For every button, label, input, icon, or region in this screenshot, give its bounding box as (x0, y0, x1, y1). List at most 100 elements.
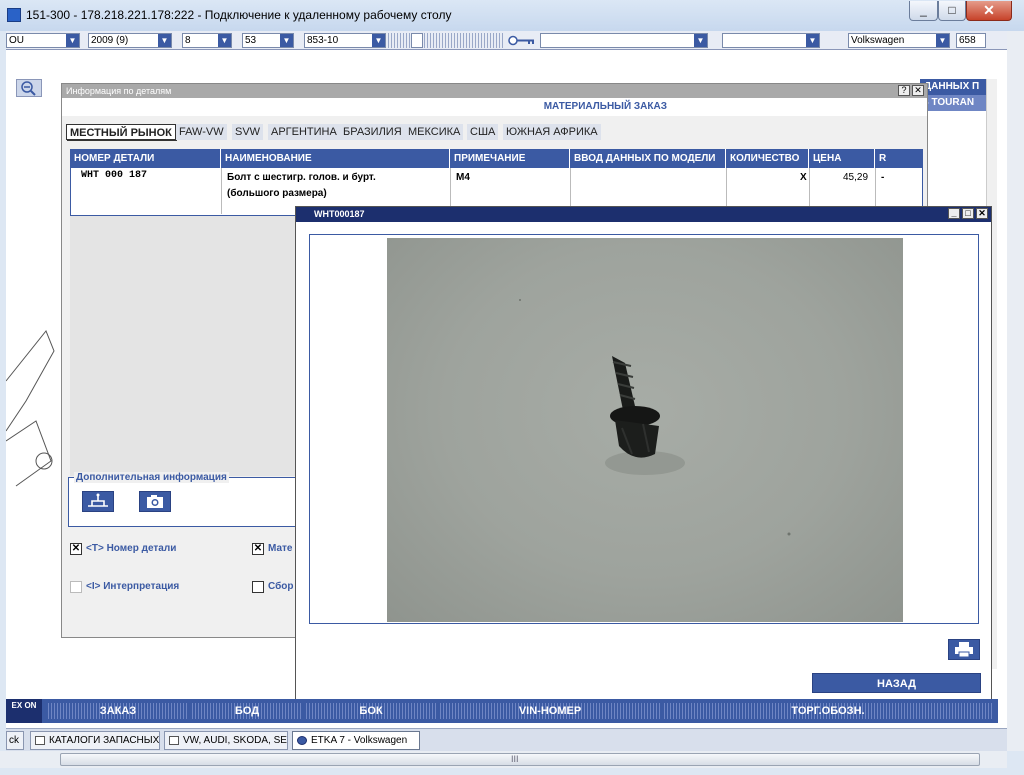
quantity-cell[interactable]: X (800, 172, 807, 183)
price-cell: 45,29 (843, 172, 869, 183)
task-catalogs[interactable]: КАТАЛОГИ ЗАПАСНЫХ ... (30, 731, 160, 750)
close-button[interactable]: ✕ (966, 1, 1012, 21)
nav-trade-code[interactable]: ТОРГ.ОБОЗН. (664, 703, 992, 719)
tab-south-africa[interactable]: ЮЖНАЯ АФРИКА (503, 124, 601, 140)
extra-combo[interactable]: ▼ (722, 33, 820, 48)
chevron-down-icon[interactable]: ▼ (372, 34, 385, 47)
col-model-data[interactable]: ВВОД ДАННЫХ ПО МОДЕЛИ (569, 149, 725, 168)
checkbox-assembly-label: Сбор (268, 581, 294, 592)
minimize-icon: _ (920, 3, 927, 17)
bolt-info-button[interactable] (82, 491, 114, 512)
chevron-down-icon[interactable]: ▼ (806, 34, 819, 47)
bg-model-header: S TOURAN (920, 95, 986, 111)
main-group-combo[interactable]: 8 ▼ (182, 33, 232, 48)
key-icon[interactable] (508, 35, 536, 46)
task-catalogs-label: КАТАЛОГИ ЗАПАСНЫХ ... (49, 735, 160, 746)
checkbox-interpretation-label: <I> Интерпретация (86, 581, 180, 592)
etka-logo: EX ON (6, 699, 42, 723)
task-etka-label: ETKA 7 - Volkswagen (311, 735, 408, 746)
camera-icon (147, 495, 163, 508)
tab-mexico[interactable]: МЕКСИКА (405, 124, 464, 140)
tab-svw[interactable]: SVW (232, 124, 264, 140)
part-number-cell[interactable]: WHT 000 187 (81, 170, 147, 181)
hatch-separator (388, 33, 410, 48)
nav-bod[interactable]: БОД (192, 703, 302, 719)
rdp-vertical-scrollbar[interactable] (1007, 31, 1024, 751)
image-viewer-title-bar: WHT000187 _ □ ✕ (296, 207, 991, 222)
col-part-number[interactable]: НОМЕР ДЕТАЛИ (70, 149, 220, 168)
col-name[interactable]: НАИМЕНОВАНИЕ (220, 149, 449, 168)
checkbox-interpretation[interactable] (70, 581, 82, 593)
bottom-nav-bar: ЗАКАЗ БОД БОК VIN-НОМЕР ТОРГ.ОБОЗН. (6, 699, 998, 723)
flag-box[interactable] (411, 33, 423, 48)
year-combo-value: 2009 (9) (91, 35, 129, 46)
part-name-line2: (большого размера) (227, 188, 327, 199)
globe-icon (297, 736, 307, 745)
viewer-maximize-button[interactable]: □ (962, 208, 974, 219)
col-r[interactable]: R (874, 149, 923, 168)
bolt-icon (88, 493, 108, 507)
car-drawing (6, 311, 56, 491)
nav-bok[interactable]: БОК (306, 703, 436, 719)
nav-vin[interactable]: VIN-НОМЕР (440, 703, 660, 719)
chevron-down-icon[interactable]: ▼ (218, 34, 231, 47)
dialog-title-bar: Информация по деталям ? ✕ (62, 84, 927, 98)
task-etka[interactable]: ETKA 7 - Volkswagen (292, 731, 420, 750)
photo-button[interactable] (139, 491, 171, 512)
chevron-down-icon[interactable]: ▼ (280, 34, 293, 47)
help-button[interactable]: ? (898, 85, 910, 96)
note-cell: M4 (456, 172, 470, 183)
task-vw-audi[interactable]: VW, AUDI, SKODA, SEAT (164, 731, 288, 750)
viewer-minimize-button[interactable]: _ (948, 208, 960, 219)
col-quantity[interactable]: КОЛИЧЕСТВО (725, 149, 808, 168)
dialog-close-button[interactable]: ✕ (912, 85, 924, 96)
tab-faw-vw[interactable]: FAW-VW (176, 124, 227, 140)
start-button[interactable]: ck (6, 731, 24, 750)
year-combo[interactable]: 2009 (9) ▼ (88, 33, 172, 48)
checkbox-part-number-label: <T> Номер детали (86, 543, 177, 554)
brand-combo[interactable]: Volkswagen ▼ (848, 33, 950, 48)
col-note[interactable]: ПРИМЕЧАНИЕ (449, 149, 569, 168)
sub-group-combo[interactable]: 53 ▼ (242, 33, 294, 48)
col-price[interactable]: ЦЕНА (808, 149, 874, 168)
illustration-combo[interactable]: 853-10 ▼ (304, 33, 386, 48)
printer-icon (955, 642, 973, 658)
tab-local-market[interactable]: МЕСТНЫЙ РЫНОК (66, 124, 176, 140)
rdp-scroll-thumb[interactable]: III (60, 753, 980, 766)
chevron-down-icon[interactable]: ▼ (66, 34, 79, 47)
close-icon: ✕ (983, 2, 995, 18)
search-combo[interactable]: ▼ (540, 33, 708, 48)
print-button[interactable] (948, 639, 980, 660)
window-title: 151-300 - 178.218.221.178:222 - Подключе… (26, 8, 452, 22)
market-combo-value: OU (9, 35, 24, 46)
maximize-icon: □ (948, 3, 956, 17)
r-cell: - (881, 172, 885, 183)
catalog-code-field[interactable]: 658 (956, 33, 986, 48)
catalog-code-value: 658 (959, 35, 976, 46)
nav-order[interactable]: ЗАКАЗ (48, 703, 188, 719)
hatch-separator (424, 33, 504, 48)
dialog-title: Информация по деталям (66, 86, 172, 96)
zoom-out-button[interactable] (16, 79, 42, 97)
maximize-button[interactable]: □ (938, 1, 966, 21)
tab-brazil[interactable]: БРАЗИЛИЯ (340, 124, 405, 140)
market-combo[interactable]: OU ▼ (6, 33, 80, 48)
chevron-down-icon[interactable]: ▼ (936, 34, 949, 47)
checkbox-assembly[interactable] (252, 581, 264, 593)
viewer-close-button[interactable]: ✕ (976, 208, 988, 219)
tab-argentina[interactable]: АРГЕНТИНА (268, 124, 340, 140)
task-vw-audi-label: VW, AUDI, SKODA, SEAT (183, 735, 288, 746)
chevron-down-icon[interactable]: ▼ (694, 34, 707, 47)
chevron-down-icon[interactable]: ▼ (158, 34, 171, 47)
part-photo (387, 238, 903, 622)
tab-usa[interactable]: США (467, 124, 499, 140)
window-icon (169, 736, 179, 745)
checkbox-material[interactable]: ✕ (252, 543, 264, 555)
part-name-line1: Болт с шестигр. голов. и бурт. (227, 172, 376, 183)
minimize-button[interactable]: _ (909, 1, 938, 21)
image-viewer-title: WHT000187 (314, 209, 365, 219)
brand-value: Volkswagen (851, 35, 905, 46)
scroll-grip: III (511, 754, 519, 764)
back-button[interactable]: НАЗАД (812, 673, 981, 693)
checkbox-part-number[interactable]: ✕ (70, 543, 82, 555)
